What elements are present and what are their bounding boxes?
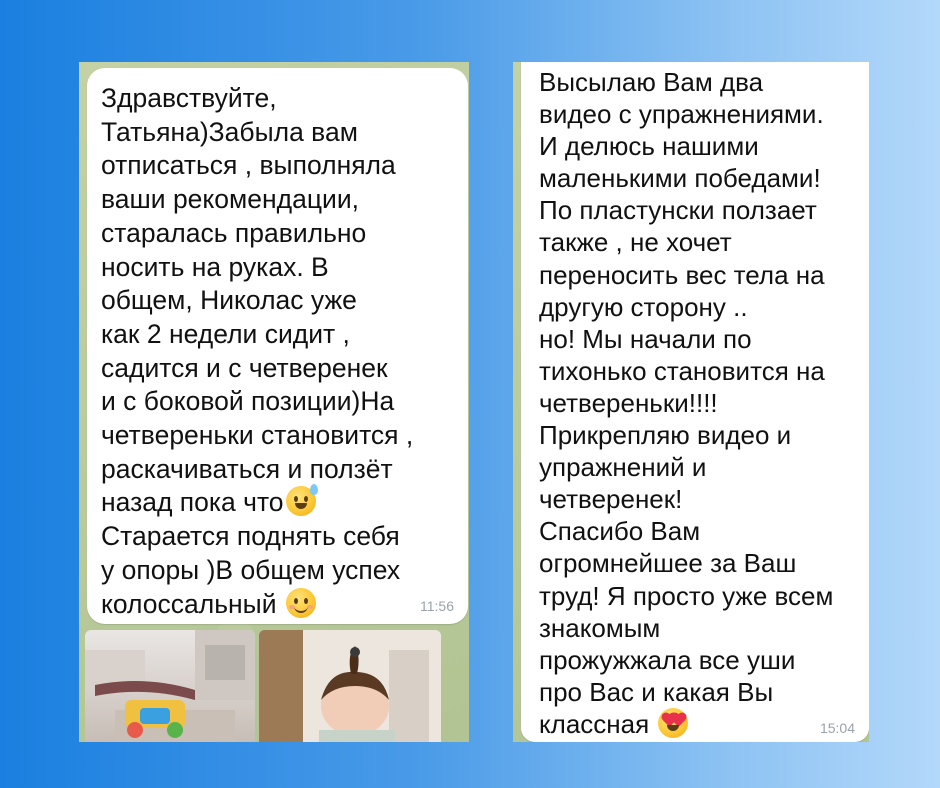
photo-thumbnail-baby-walker[interactable]	[85, 630, 255, 742]
message-line: огромнейшее за Ваш	[539, 548, 797, 579]
heart-eyes-emoji-icon	[658, 707, 689, 738]
chat-screenshot-right: Высылаю Вам два видео с упражнениями. И де…	[513, 62, 869, 742]
message-line: также , не хочет	[539, 227, 732, 258]
message-line: видео с упражнениями.	[539, 99, 824, 130]
message-line: общем, Николас уже	[101, 285, 357, 316]
chat-screenshot-left: Здравствуйте, Татьяна)Забыла вам отписатьс…	[79, 62, 469, 742]
message-line: другую сторону ..	[539, 291, 748, 322]
message-line: знакомым	[539, 612, 661, 643]
message-line: ваши рекомендации,	[101, 184, 359, 215]
message-line-text: назад пока что	[101, 487, 284, 518]
baby-photo-image	[259, 630, 441, 742]
message-line: труд! Я просто уже всем	[539, 580, 834, 611]
message-line: переносить вес тела на	[539, 259, 825, 290]
message-line: Высылаю Вам два	[539, 67, 764, 97]
message-line: назад пока что	[101, 484, 461, 520]
message-time: 15:04	[819, 720, 855, 736]
message-line: Старается поднять себя	[101, 521, 400, 552]
message-line: По пластунски ползает	[539, 195, 817, 226]
message-line: Татьяна)Забыла вам	[101, 116, 358, 147]
message-line: Спасибо Вам	[539, 516, 701, 547]
message-line-text: классная	[539, 708, 650, 739]
message-time: 11:56	[420, 598, 454, 614]
photo-thumbnail-baby[interactable]	[259, 630, 441, 742]
message-line: отписаться , выполняла	[101, 150, 396, 181]
message-line: носить на руках. В	[101, 251, 329, 282]
photo-attachments	[85, 630, 447, 742]
message-line: но! Мы начали по	[539, 323, 752, 354]
message-line: четвереньки становится ,	[101, 420, 414, 451]
message-line: и с боковой позиции)На	[101, 386, 395, 417]
message-line: четвереньки!!!!	[539, 387, 718, 418]
baby-walker-photo-image	[85, 630, 255, 742]
smiling-blush-emoji-icon	[285, 587, 316, 618]
message-line: раскачиваться и ползёт	[101, 453, 393, 484]
grinning-sweat-emoji-icon	[285, 484, 318, 517]
message-line: прожужжала все уши	[539, 644, 796, 675]
message-line: как 2 недели сидит ,	[101, 318, 350, 349]
message-line: Здравствуйте,	[101, 83, 277, 113]
message-line: про Вас и какая Вы	[539, 676, 774, 707]
message-line: у опоры )В общем успех	[101, 554, 401, 585]
message-bubble[interactable]: Высылаю Вам два видео с упражнениями. И де…	[521, 62, 869, 742]
message-text: Высылаю Вам два видео с упражнениями. И де…	[539, 66, 869, 740]
message-line-text: колоссальный	[101, 588, 277, 619]
message-text: Здравствуйте, Татьяна)Забыла вам отписатьс…	[101, 82, 461, 621]
message-bubble[interactable]: Здравствуйте, Татьяна)Забыла вам отписатьс…	[87, 68, 468, 624]
message-line: маленькими победами!	[539, 163, 821, 194]
message-line: упражнений и	[539, 452, 707, 483]
message-line: садится и с четверенек	[101, 352, 388, 383]
message-line: тихонько становится на	[539, 355, 825, 386]
message-line: Прикрепляю видео и	[539, 420, 792, 451]
message-line: четверенек!	[539, 484, 683, 515]
message-line: старалась правильно	[101, 217, 367, 248]
message-line: колоссальный	[101, 587, 461, 622]
message-line: И делюсь нашими	[539, 131, 759, 162]
